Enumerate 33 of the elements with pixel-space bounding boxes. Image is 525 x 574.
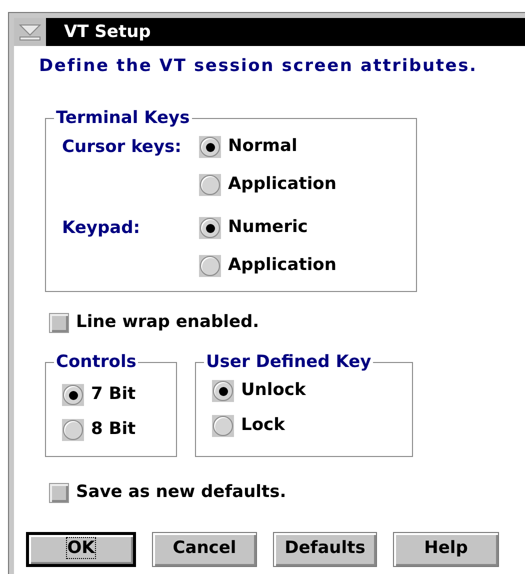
radio-label[interactable]: 7 Bit xyxy=(91,382,136,408)
radio-button[interactable] xyxy=(199,174,221,196)
radio-label[interactable]: Lock xyxy=(241,413,285,439)
dialog-button[interactable]: OK xyxy=(26,532,136,566)
field-label: Keypad: xyxy=(62,218,140,238)
dialog-button[interactable]: Cancel xyxy=(152,532,257,566)
group-title: User Defined Key xyxy=(204,354,374,370)
radio-button[interactable] xyxy=(199,255,221,277)
radio-label[interactable]: Normal xyxy=(228,134,298,160)
group-title: Controls xyxy=(54,354,138,370)
radio-button[interactable] xyxy=(212,380,234,402)
field-label: Cursor keys: xyxy=(62,136,182,156)
radio-button[interactable] xyxy=(62,384,84,406)
radio-label[interactable]: Application xyxy=(228,172,336,198)
radio-label[interactable]: Unlock xyxy=(241,378,306,404)
dialog-button[interactable]: Help xyxy=(393,532,499,566)
dialog-button[interactable]: Defaults xyxy=(273,532,377,566)
radio-button[interactable] xyxy=(199,136,221,158)
system-menu-icon xyxy=(18,22,42,42)
window-title: VT Setup xyxy=(46,18,525,46)
instruction-text: Define the VT session screen attributes. xyxy=(39,55,478,78)
checkbox-label[interactable]: Line wrap enabled. xyxy=(76,310,260,336)
checkbox[interactable] xyxy=(49,312,69,332)
group-title: Terminal Keys xyxy=(54,110,192,126)
checkbox-label[interactable]: Save as new defaults. xyxy=(76,480,286,506)
radio-label[interactable]: 8 Bit xyxy=(91,417,136,443)
radio-button[interactable] xyxy=(212,415,234,437)
system-menu-button[interactable] xyxy=(14,18,46,46)
radio-label[interactable]: Application xyxy=(228,253,336,279)
radio-label[interactable]: Numeric xyxy=(228,215,308,241)
radio-button[interactable] xyxy=(62,419,84,441)
checkbox[interactable] xyxy=(49,482,69,502)
radio-button[interactable] xyxy=(199,217,221,239)
